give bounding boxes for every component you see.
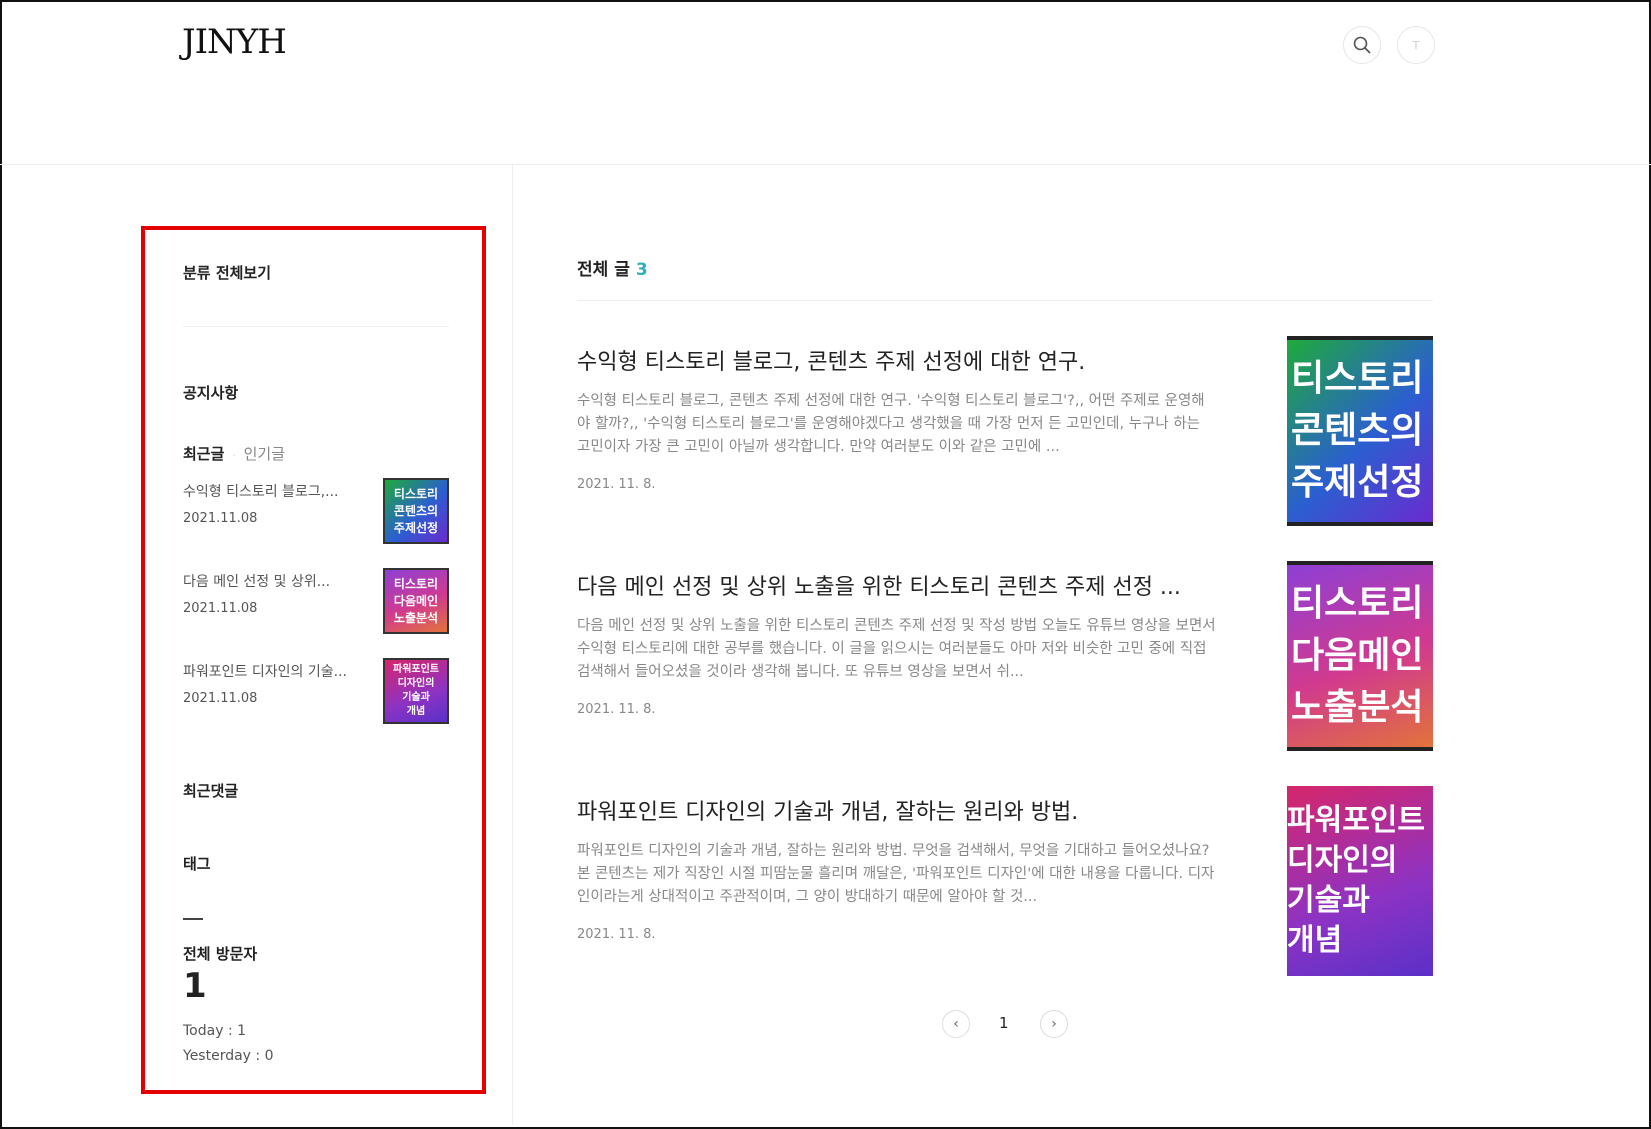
tab-popular[interactable]: 인기글: [244, 445, 285, 463]
post-title[interactable]: 다음 메인 선정 및 상위 노출을 위한 티스토리 콘텐츠 주제 선정 ...: [577, 569, 1217, 601]
post-item[interactable]: 다음 메인 선정 및 상위 노출을 위한 티스토리 콘텐츠 주제 선정 ... …: [577, 561, 1433, 769]
post-summary: 파워포인트 디자인의 기술과 개념, 잘하는 원리와 방법. 무엇을 검색해서,…: [577, 843, 1215, 905]
thumb-text: 파워포인트: [1287, 803, 1425, 838]
page-number-current[interactable]: 1: [999, 1014, 1009, 1032]
visitor-today: Today : 1: [183, 1023, 247, 1039]
sidebar-divider: [183, 326, 449, 327]
post-title[interactable]: 파워포인트 디자인의 기술과 개념, 잘하는 원리와 방법.: [577, 794, 1217, 826]
post-thumbnail[interactable]: 티스토리 다음메인 노출분석: [1287, 561, 1433, 751]
recent-post-thumbnail: 티스토리 다음메인 노출분석: [383, 568, 449, 634]
thumb-text: 콘텐츠의: [393, 503, 439, 518]
post-thumbnail[interactable]: 파워포인트 디자인의 기술과 개념: [1287, 786, 1433, 976]
visitor-label: 전체 방문자: [183, 945, 258, 963]
recent-post-item[interactable]: 다음 메인 선정 및 상위... 2021.11.08 티스토리 다음메인 노출…: [183, 568, 449, 641]
thumb-text: 기술과: [402, 692, 430, 703]
recent-comments-heading: 최근댓글: [183, 782, 239, 800]
profile-initial: T: [1412, 38, 1420, 52]
tags-heading: 태그: [183, 855, 211, 873]
thumb-text: 티스토리: [1291, 358, 1424, 399]
recent-post-thumbnail: 파워포인트 디자인의 기술과 개념: [383, 658, 449, 724]
blog-logo[interactable]: JINYH: [182, 22, 287, 62]
thumb-text: 다음메인: [393, 593, 439, 608]
visitor-total: 1: [183, 966, 207, 1006]
post-summary: 수익형 티스토리 블로그, 콘텐츠 주제 선정에 대한 연구. '수익형 티스토…: [577, 393, 1205, 455]
post-title[interactable]: 수익형 티스토리 블로그, 콘텐츠 주제 선정에 대한 연구.: [577, 344, 1217, 376]
recent-post-title: 수익형 티스토리 블로그,...: [183, 484, 339, 500]
post-summary: 다음 메인 선정 및 상위 노출을 위한 티스토리 콘텐츠 주제 선정 및 작성…: [577, 618, 1216, 680]
thumb-text: 노출분석: [1291, 687, 1424, 728]
recent-post-item[interactable]: 파워포인트 디자인의 기술... 2021.11.08 파워포인트 디자인의 기…: [183, 658, 449, 731]
tab-recent[interactable]: 최근글: [183, 445, 224, 463]
thumb-text: 티스토리: [393, 486, 439, 501]
search-icon: [1353, 36, 1371, 54]
recent-popular-tabs: 최근글 · 인기글: [183, 443, 285, 464]
tab-separator: ·: [232, 451, 236, 462]
visitor-yesterday: Yesterday : 0: [183, 1048, 274, 1064]
thumb-text: 주제선정: [393, 520, 439, 535]
thumb-text: 파워포인트: [393, 664, 439, 675]
chevron-left-icon: ‹: [953, 1016, 959, 1032]
section-title: 전체 글3: [577, 255, 648, 280]
thumb-text: 티스토리: [393, 576, 439, 591]
column-divider: [512, 165, 513, 1125]
profile-button[interactable]: T: [1397, 26, 1435, 64]
chevron-right-icon: ›: [1051, 1016, 1057, 1032]
post-thumbnail[interactable]: 티스토리 콘텐츠의 주제선정: [1287, 336, 1433, 526]
section-title-text: 전체 글: [577, 260, 630, 280]
prev-page-button[interactable]: ‹: [942, 1010, 970, 1038]
thumb-text: 다음메인: [1291, 635, 1424, 676]
recent-post-title: 다음 메인 선정 및 상위...: [183, 574, 331, 590]
post-item[interactable]: 수익형 티스토리 블로그, 콘텐츠 주제 선정에 대한 연구. 수익형 티스토리…: [577, 336, 1433, 544]
post-item[interactable]: 파워포인트 디자인의 기술과 개념, 잘하는 원리와 방법. 파워포인트 디자인…: [577, 786, 1433, 994]
post-count: 3: [635, 260, 648, 280]
recent-post-thumbnail: 티스토리 콘텐츠의 주제선정: [383, 478, 449, 544]
notice-heading[interactable]: 공지사항: [183, 382, 238, 403]
thumb-text: 개념: [1287, 923, 1343, 958]
section-divider: [577, 300, 1433, 301]
thumb-text: 디자인의: [397, 678, 435, 689]
thumb-text: 개념: [406, 706, 426, 717]
thumb-text: 티스토리: [1291, 583, 1424, 624]
category-all-link[interactable]: 분류 전체보기: [183, 262, 271, 283]
visitor-dash: [183, 918, 203, 920]
next-page-button[interactable]: ›: [1040, 1010, 1068, 1038]
recent-post-item[interactable]: 수익형 티스토리 블로그,... 2021.11.08 티스토리 콘텐츠의 주제…: [183, 478, 449, 551]
thumb-text: 주제선정: [1291, 462, 1424, 503]
recent-post-title: 파워포인트 디자인의 기술...: [183, 664, 347, 680]
thumb-text: 디자인의: [1287, 843, 1398, 878]
thumb-text: 노출분석: [393, 610, 439, 625]
search-button[interactable]: [1343, 26, 1381, 64]
thumb-text: 기술과: [1287, 883, 1370, 918]
blog-header: JINYH T: [0, 0, 1651, 165]
thumb-text: 콘텐츠의: [1291, 410, 1424, 451]
